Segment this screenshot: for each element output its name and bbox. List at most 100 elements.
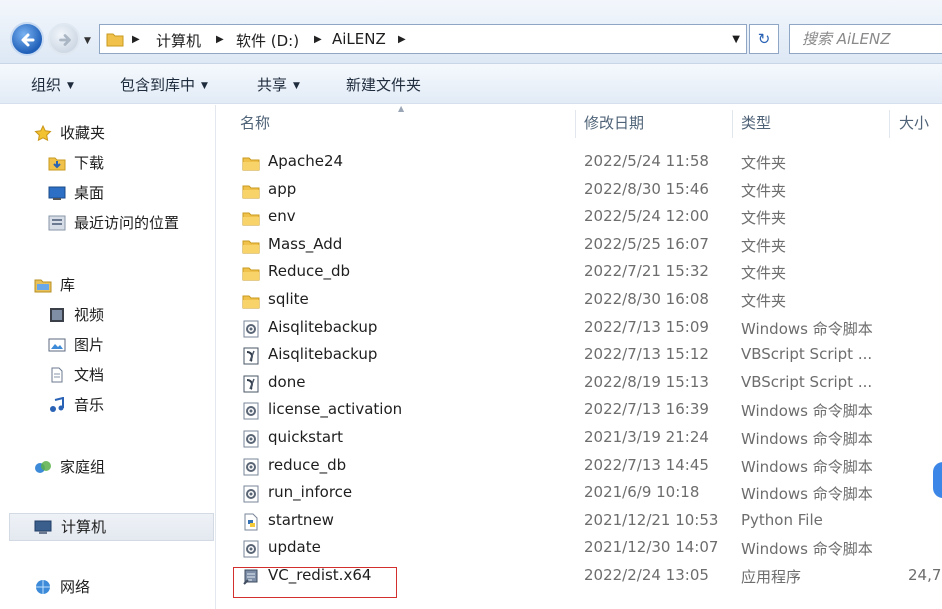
file-date: 2022/7/13 15:12 <box>584 345 709 364</box>
breadcrumb-arrow-icon[interactable]: ▶ <box>314 34 322 45</box>
file-name: run_inforce <box>268 483 353 502</box>
file-date: 2022/2/24 13:05 <box>584 566 709 584</box>
share-button[interactable]: 共享 ▼ <box>257 74 300 95</box>
sort-ascending-icon: ▲ <box>398 104 405 113</box>
file-row[interactable]: run_inforce 2021/6/9 10:18 Windows 命令脚本 <box>236 480 942 507</box>
navigation-pane: 收藏夹 下载 桌面 最近访问的位置 库 视频 图片 文档 音乐 家庭组 计算机 <box>0 105 216 609</box>
column-divider[interactable] <box>889 110 890 138</box>
arrow-left-icon <box>21 33 35 47</box>
organize-button[interactable]: 组织 ▼ <box>31 74 74 95</box>
file-type: 应用程序 <box>741 568 802 586</box>
breadcrumb-arrow-icon[interactable]: ▶ <box>216 34 224 45</box>
library-icon <box>34 279 52 293</box>
documents-icon <box>51 367 63 383</box>
music-icon <box>50 397 64 412</box>
nav-computer[interactable]: 计算机 <box>9 513 214 541</box>
file-type: 文件夹 <box>741 154 787 172</box>
file-date: 2022/7/13 15:09 <box>584 317 709 336</box>
file-row[interactable]: app 2022/8/30 15:46 文件夹 <box>236 177 942 204</box>
recent-pages-dropdown[interactable]: ▼ <box>84 36 91 46</box>
file-row[interactable]: Reduce_db 2022/7/21 15:32 文件夹 <box>236 259 942 286</box>
search-input[interactable] <box>802 30 942 48</box>
address-field[interactable]: ▶ 计算机 ▶ 软件 (D:) ▶ AiLENZ ▶ ▼ <box>99 24 747 54</box>
chevron-down-icon: ▼ <box>67 81 74 91</box>
column-divider[interactable] <box>575 110 576 138</box>
file-name: Mass_Add <box>268 234 343 253</box>
video-icon <box>50 308 64 322</box>
chevron-down-icon: ▼ <box>201 81 208 91</box>
highlight-box <box>233 567 397 598</box>
breadcrumb-arrow-icon[interactable]: ▶ <box>398 34 406 45</box>
file-row[interactable]: env 2022/5/24 12:00 文件夹 <box>236 204 942 231</box>
file-row[interactable]: quickstart 2021/3/19 21:24 Windows 命令脚本 <box>236 425 942 452</box>
column-header-type[interactable]: 类型 <box>741 104 771 142</box>
file-row[interactable]: startnew 2021/12/21 10:53 Python File <box>236 508 942 535</box>
file-name: startnew <box>268 510 334 529</box>
column-divider[interactable] <box>732 110 733 138</box>
file-type: Windows 命令脚本 <box>741 485 873 504</box>
file-type: 文件夹 <box>741 181 787 200</box>
refresh-button[interactable]: ↻ <box>749 24 779 54</box>
chevron-down-icon: ▼ <box>293 81 300 91</box>
file-type: Windows 命令脚本 <box>741 457 873 476</box>
file-type: Python File <box>741 510 823 529</box>
file-name: Aisqlitebackup <box>268 317 378 336</box>
pictures-icon <box>48 338 66 352</box>
file-row[interactable]: Apache24 2022/5/24 11:58 文件夹 <box>236 149 942 176</box>
file-row[interactable]: Aisqlitebackup 2022/7/13 15:09 Windows 命令脚… <box>236 315 942 342</box>
breadcrumb-ailenz[interactable]: AiLENZ <box>332 30 386 48</box>
file-date: 2022/7/13 14:45 <box>584 455 709 474</box>
homegroup-icon <box>35 461 51 473</box>
file-row[interactable]: done 2022/8/19 15:13 VBScript Script ... <box>236 370 942 397</box>
file-row[interactable]: sqlite 2022/8/30 16:08 文件夹 <box>236 287 942 314</box>
file-row[interactable]: license_activation 2022/7/13 16:39 Windows… <box>236 397 942 424</box>
file-name: quickstart <box>268 428 344 446</box>
file-row[interactable]: update 2021/12/30 14:07 Windows 命令脚本 <box>236 535 942 562</box>
file-date: 2021/3/19 21:24 <box>584 428 709 446</box>
file-row[interactable]: Mass_Add 2022/5/25 16:07 文件夹 <box>236 232 942 259</box>
new-folder-button[interactable]: 新建文件夹 <box>346 74 421 95</box>
file-date: 2022/8/30 15:46 <box>584 179 709 198</box>
file-date: 2021/12/30 14:07 <box>584 538 719 557</box>
file-type: 文件夹 <box>741 264 787 283</box>
breadcrumb-drive-d[interactable]: 软件 (D:) <box>236 30 299 51</box>
column-header-date[interactable]: 修改日期 <box>584 104 644 142</box>
file-name: app <box>268 179 297 198</box>
floating-widget[interactable] <box>933 462 942 498</box>
breadcrumb-computer[interactable]: 计算机 <box>156 30 201 51</box>
address-history-dropdown[interactable]: ▼ <box>732 34 740 45</box>
file-date: 2022/5/25 16:07 <box>584 234 709 253</box>
breadcrumb-arrow-icon[interactable]: ▶ <box>132 34 140 45</box>
address-bar-area: ▼ ▶ 计算机 ▶ 软件 (D:) ▶ AiLENZ ▶ ▼ ↻ <box>0 0 942 64</box>
back-button[interactable] <box>10 22 44 56</box>
downloads-folder-icon <box>48 157 66 171</box>
file-name: reduce_db <box>268 455 347 474</box>
file-name: env <box>268 207 296 226</box>
file-date: 2022/7/13 16:39 <box>584 400 709 419</box>
include-in-library-button[interactable]: 包含到库中 ▼ <box>120 74 208 95</box>
file-date: 2022/8/19 15:13 <box>584 372 709 391</box>
recent-places-icon <box>48 215 66 231</box>
column-header-size[interactable]: 大小 <box>899 104 929 142</box>
column-header-name[interactable]: 名称 <box>240 104 270 142</box>
file-row[interactable]: Aisqlitebackup 2022/7/13 15:12 VBScript Sc… <box>236 342 942 369</box>
star-icon <box>34 125 52 141</box>
file-type: Windows 命令脚本 <box>741 430 873 448</box>
file-row[interactable]: reduce_db 2022/7/13 14:45 Windows 命令脚本 <box>236 453 942 480</box>
file-size: 24,7 <box>908 566 942 584</box>
file-date: 2022/5/24 11:58 <box>584 152 709 170</box>
file-name: Aisqlitebackup <box>268 345 378 364</box>
file-name: license_activation <box>268 400 403 419</box>
file-type: Windows 命令脚本 <box>741 319 873 338</box>
file-type: 文件夹 <box>741 209 787 228</box>
forward-button[interactable] <box>48 23 80 55</box>
file-date: 2022/5/24 12:00 <box>584 207 709 226</box>
desktop-icon <box>48 186 66 200</box>
search-box[interactable] <box>789 24 942 54</box>
file-type: 文件夹 <box>741 236 787 255</box>
file-name: Reduce_db <box>268 262 351 281</box>
computer-icon <box>34 520 52 534</box>
file-type: Windows 命令脚本 <box>741 540 873 559</box>
file-type: Windows 命令脚本 <box>741 402 873 421</box>
network-icon <box>36 580 50 594</box>
